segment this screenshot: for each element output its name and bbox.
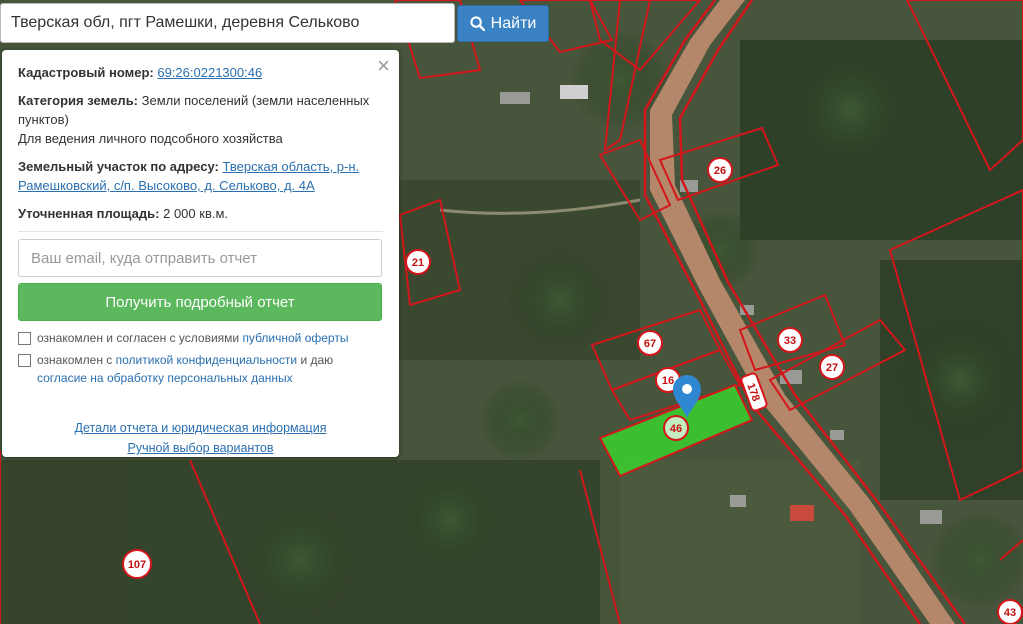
consent-offer-checkbox[interactable] xyxy=(18,332,31,345)
address-search-input[interactable] xyxy=(1,4,454,42)
data-processing-consent-link[interactable]: согласие на обработку персональных данны… xyxy=(37,371,293,385)
consent-privacy-text: ознакомлен с политикой конфиденциальност… xyxy=(37,353,334,385)
land-category-label: Категория земель: xyxy=(18,93,139,108)
area-value: 2 000 кв.м. xyxy=(163,206,229,221)
parcel-label-26: 26 xyxy=(714,165,726,177)
address-row: Земельный участок по адресу: Тверская об… xyxy=(18,157,383,195)
email-field[interactable] xyxy=(18,239,382,277)
footer-links: Детали отчета и юридическая информация Р… xyxy=(18,418,383,458)
consent-privacy-row: ознакомлен с политикой конфиденциальност… xyxy=(18,351,383,387)
cadastral-number-label: Кадастровый номер: xyxy=(18,65,154,80)
parcel-info-popup: × Кадастровый номер: 69:26:0221300:46 Ка… xyxy=(2,50,399,457)
divider xyxy=(18,231,383,232)
address-label: Земельный участок по адресу: xyxy=(18,159,219,174)
land-category-row: Категория земель: Земли поселений (земли… xyxy=(18,91,383,129)
parcel-label-67: 67 xyxy=(644,338,656,350)
area-row: Уточненная площадь: 2 000 кв.м. xyxy=(18,204,383,223)
manual-selection-link[interactable]: Ручной выбор вариантов xyxy=(128,441,274,455)
cadastral-number-link[interactable]: 69:26:0221300:46 xyxy=(157,65,262,80)
cadastral-number-row: Кадастровый номер: 69:26:0221300:46 xyxy=(18,63,383,82)
parcel-label-33: 33 xyxy=(784,335,796,347)
parcel-label-16: 16 xyxy=(662,375,674,387)
parcel-label-21: 21 xyxy=(412,257,424,269)
privacy-policy-link[interactable]: политикой конфиденциальности xyxy=(116,353,297,367)
land-purpose: Для ведения личного подсобного хозяйства xyxy=(18,131,283,146)
parcel-label-43: 43 xyxy=(1004,607,1016,619)
area-label: Уточненная площадь: xyxy=(18,206,160,221)
parcel-label-27: 27 xyxy=(826,362,838,374)
search-box xyxy=(0,3,455,43)
search-icon xyxy=(470,16,485,31)
consent-privacy-checkbox[interactable] xyxy=(18,354,31,367)
search-button[interactable]: Найти xyxy=(457,5,549,42)
consent-offer-text: ознакомлен и согласен с условиями публич… xyxy=(37,331,349,345)
report-details-link[interactable]: Детали отчета и юридическая информация xyxy=(75,421,327,435)
consent-offer-row: ознакомлен и согласен с условиями публич… xyxy=(18,329,383,347)
parcel-label-46: 46 xyxy=(670,423,682,435)
parcel-label-107: 107 xyxy=(128,559,146,571)
get-report-button[interactable]: Получить подробный отчет xyxy=(18,283,382,321)
public-offer-link[interactable]: публичной оферты xyxy=(242,331,348,345)
search-button-label: Найти xyxy=(490,14,537,32)
close-icon[interactable]: × xyxy=(377,54,390,78)
